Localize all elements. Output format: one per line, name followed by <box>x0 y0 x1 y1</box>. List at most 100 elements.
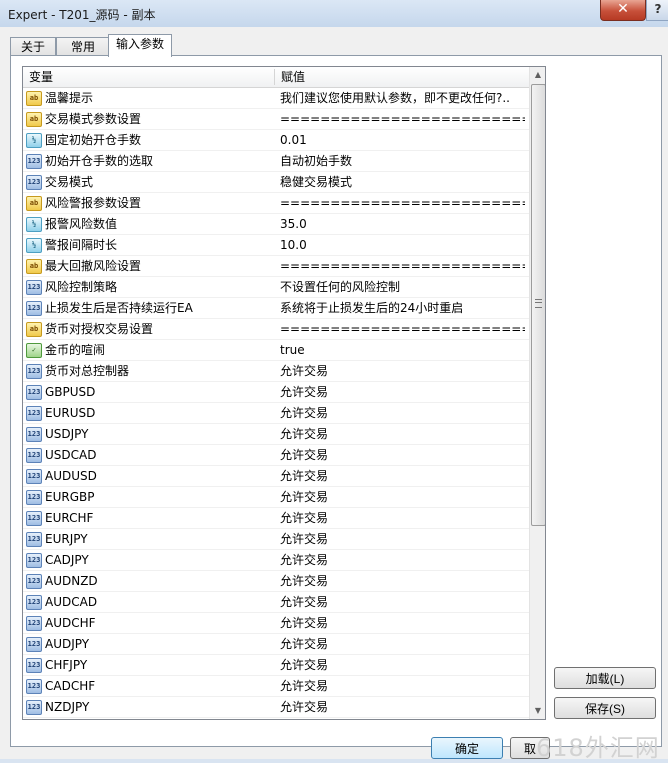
variable-value[interactable]: 允许交易 <box>280 466 525 486</box>
variable-value[interactable]: 允许交易 <box>280 529 525 549</box>
variable-value[interactable]: ========================== <box>280 256 525 276</box>
variable-value[interactable]: 允许交易 <box>280 550 525 570</box>
parameter-row[interactable]: 123 AUDJPY 允许交易 <box>23 634 529 655</box>
variable-cell[interactable]: ab 交易模式参数设置 <box>23 109 274 129</box>
variable-value[interactable]: 允许交易 <box>280 697 525 717</box>
parameter-row[interactable]: 123 交易模式 稳健交易模式 <box>23 172 529 193</box>
close-button[interactable]: ✕ <box>600 0 646 21</box>
parameter-row[interactable]: 123NZDUSD 允许交易 <box>23 718 529 719</box>
variable-value[interactable]: 允许交易 <box>280 634 525 654</box>
scroll-down-arrow-icon[interactable]: ▼ <box>530 703 545 719</box>
variable-cell[interactable]: 123 GBPUSD <box>23 382 274 402</box>
variable-value[interactable]: 0.01 <box>280 130 525 150</box>
variable-cell[interactable]: 123 货币对总控制器 <box>23 361 274 381</box>
variable-cell[interactable]: ab 货币对授权交易设置 <box>23 319 274 339</box>
variable-value[interactable]: ========================== <box>280 109 525 129</box>
parameter-row[interactable]: ab 风险警报参数设置 ========================== <box>23 193 529 214</box>
variable-cell[interactable]: 123 止损发生后是否持续运行EA <box>23 298 274 318</box>
variable-cell[interactable]: 123 EURGBP <box>23 487 274 507</box>
variable-value[interactable]: 允许交易 <box>280 382 525 402</box>
variable-cell[interactable]: ✓ 金币的喧闹 <box>23 340 274 360</box>
parameter-row[interactable]: ✓ 金币的喧闹 true <box>23 340 529 361</box>
parameter-row[interactable]: 123 初始开仓手数的选取 自动初始手数 <box>23 151 529 172</box>
variable-cell[interactable]: 123 EURUSD <box>23 403 274 423</box>
variable-value[interactable]: 我们建议您使用默认参数，即不更改任何?.. <box>280 88 525 108</box>
parameter-row[interactable]: ½ 警报间隔时长 10.0 <box>23 235 529 256</box>
variable-cell[interactable]: 123 AUDJPY <box>23 634 274 654</box>
variable-cell[interactable]: ab 风险警报参数设置 <box>23 193 274 213</box>
variable-cell[interactable]: ab 温馨提示 <box>23 88 274 108</box>
variable-cell[interactable]: ½ 警报间隔时长 <box>23 235 274 255</box>
variable-value[interactable]: 允许交易 <box>280 571 525 591</box>
variable-cell[interactable]: 123 EURCHF <box>23 508 274 528</box>
variable-value[interactable]: 允许交易 <box>280 676 525 696</box>
parameter-row[interactable]: 123 AUDCHF 允许交易 <box>23 613 529 634</box>
variable-value[interactable]: ========================== <box>280 319 525 339</box>
load-button[interactable]: 加载(L) <box>554 667 656 689</box>
column-header-value[interactable]: 赋值 <box>275 67 526 87</box>
variable-value[interactable]: 允许交易 <box>280 424 525 444</box>
scroll-up-arrow-icon[interactable]: ▲ <box>530 67 545 83</box>
variable-value[interactable]: 允许交易 <box>280 487 525 507</box>
variable-cell[interactable]: 123 交易模式 <box>23 172 274 192</box>
parameter-row[interactable]: 123 EURGBP 允许交易 <box>23 487 529 508</box>
parameter-row[interactable]: ab 交易模式参数设置 ========================== <box>23 109 529 130</box>
variable-value[interactable]: 不设置任何的风险控制 <box>280 277 525 297</box>
variable-cell[interactable]: 123 CHFJPY <box>23 655 274 675</box>
variable-value[interactable]: 允许交易 <box>280 445 525 465</box>
parameter-row[interactable]: ab 货币对授权交易设置 ========================== <box>23 319 529 340</box>
variable-value[interactable]: ========================== <box>280 193 525 213</box>
variable-cell[interactable]: 123 初始开仓手数的选取 <box>23 151 274 171</box>
variable-value[interactable]: 允许交易 <box>280 403 525 423</box>
variable-value[interactable]: 35.0 <box>280 214 525 234</box>
variable-cell[interactable]: 123 AUDNZD <box>23 571 274 591</box>
variable-value[interactable]: 允许交易 <box>280 592 525 612</box>
column-header-variable[interactable]: 变量 <box>23 67 274 87</box>
parameter-row[interactable]: 123 AUDCAD 允许交易 <box>23 592 529 613</box>
parameter-row[interactable]: 123 止损发生后是否持续运行EA 系统将于止损发生后的24小时重启 <box>23 298 529 319</box>
parameter-row[interactable]: 123 风险控制策略 不设置任何的风险控制 <box>23 277 529 298</box>
variable-value[interactable]: 稳健交易模式 <box>280 172 525 192</box>
parameter-row[interactable]: ab 最大回撤风险设置 ========================== <box>23 256 529 277</box>
variable-cell[interactable]: ½ 固定初始开仓手数 <box>23 130 274 150</box>
help-button[interactable]: ? <box>646 0 668 21</box>
variable-cell[interactable]: 123 USDCAD <box>23 445 274 465</box>
tab-inputs[interactable]: 输入参数 <box>108 34 172 57</box>
parameter-row[interactable]: 123 AUDNZD 允许交易 <box>23 571 529 592</box>
variable-value[interactable]: 允许交易 <box>280 655 525 675</box>
variable-value[interactable]: 系统将于止损发生后的24小时重启 <box>280 298 525 318</box>
parameter-row[interactable]: ½ 固定初始开仓手数 0.01 <box>23 130 529 151</box>
parameter-row[interactable]: 123 EURJPY 允许交易 <box>23 529 529 550</box>
variable-value[interactable]: 允许交易 <box>280 508 525 528</box>
save-button[interactable]: 保存(S) <box>554 697 656 719</box>
variable-cell[interactable]: ab 最大回撤风险设置 <box>23 256 274 276</box>
scrollbar-thumb[interactable] <box>531 84 545 526</box>
variable-cell[interactable]: 123 AUDCHF <box>23 613 274 633</box>
variable-cell[interactable]: 123 风险控制策略 <box>23 277 274 297</box>
variable-value[interactable]: 允许交易 <box>280 613 525 633</box>
parameter-row[interactable]: 123 USDCAD 允许交易 <box>23 445 529 466</box>
parameter-row[interactable]: 123 NZDJPY 允许交易 <box>23 697 529 718</box>
ok-button[interactable]: 确定 <box>431 737 503 759</box>
parameter-row[interactable]: 123 货币对总控制器 允许交易 <box>23 361 529 382</box>
parameter-row[interactable]: ab 温馨提示 我们建议您使用默认参数，即不更改任何?.. <box>23 88 529 109</box>
variable-cell[interactable]: 123 CADJPY <box>23 550 274 570</box>
tab-common[interactable]: 常用 <box>56 37 110 57</box>
variable-value[interactable]: 10.0 <box>280 235 525 255</box>
parameter-row[interactable]: 123 USDJPY 允许交易 <box>23 424 529 445</box>
variable-cell[interactable]: 123NZDUSD <box>23 718 274 719</box>
variable-cell[interactable]: ½ 报警风险数值 <box>23 214 274 234</box>
variable-cell[interactable]: 123 USDJPY <box>23 424 274 444</box>
parameter-row[interactable]: 123 CADCHF 允许交易 <box>23 676 529 697</box>
parameter-row[interactable]: 123 GBPUSD 允许交易 <box>23 382 529 403</box>
parameter-row[interactable]: 123 CHFJPY 允许交易 <box>23 655 529 676</box>
parameter-row[interactable]: ½ 报警风险数值 35.0 <box>23 214 529 235</box>
variable-value[interactable]: 允许交易 <box>280 718 525 719</box>
vertical-scrollbar[interactable]: ▲ ▼ <box>529 67 545 719</box>
variable-cell[interactable]: 123 EURJPY <box>23 529 274 549</box>
parameter-row[interactable]: 123 CADJPY 允许交易 <box>23 550 529 571</box>
variable-cell[interactable]: 123 CADCHF <box>23 676 274 696</box>
parameter-row[interactable]: 123 AUDUSD 允许交易 <box>23 466 529 487</box>
tab-about[interactable]: 关于 <box>10 37 56 57</box>
parameter-row[interactable]: 123 EURCHF 允许交易 <box>23 508 529 529</box>
